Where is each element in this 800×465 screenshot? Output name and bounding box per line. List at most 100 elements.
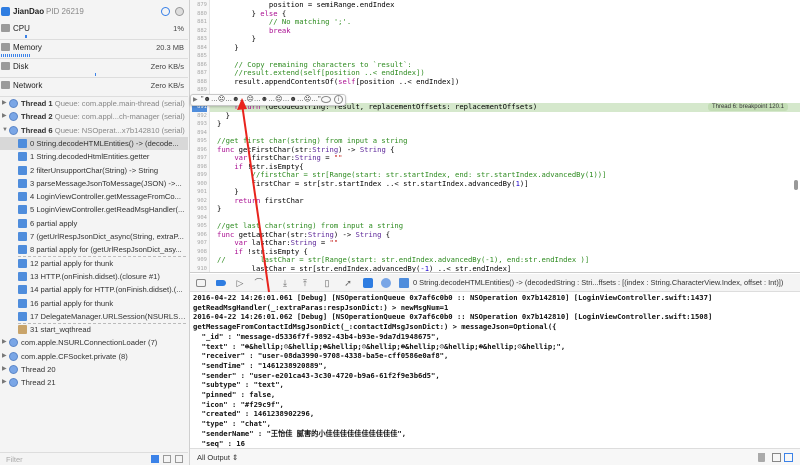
thread-row[interactable]: ▶ Thread 1 Queue: com.apple.main-thread (… bbox=[0, 97, 188, 110]
line-number[interactable]: 896 bbox=[192, 146, 207, 155]
output-filter-select[interactable]: All Output ⇕ bbox=[197, 453, 238, 462]
line-number[interactable]: 910 bbox=[192, 265, 207, 273]
line-number[interactable]: 908 bbox=[192, 248, 207, 257]
stack-frame-row[interactable]: 13 HTTP.(onFinish.didset).(closure #1) bbox=[0, 270, 188, 283]
breakpoints-toggle-icon[interactable] bbox=[216, 280, 226, 286]
source-editor[interactable]: 879 position = semiRange.endIndex 880 } e… bbox=[190, 0, 800, 273]
gauge-memory[interactable]: Memory 20.3 MB bbox=[0, 40, 188, 59]
line-number[interactable]: 881 bbox=[192, 18, 207, 27]
stack-frame-row[interactable]: 3 parseMessageJsonToMessage(JSON) ->... bbox=[0, 177, 188, 190]
code-token: String bbox=[355, 229, 382, 239]
line-number[interactable]: 902 bbox=[192, 197, 207, 206]
code-text: } bbox=[217, 43, 238, 53]
variable-quicklook-popover[interactable]: ▶ "☻…☹…☻…☹…☻…☹…☻…☹…" i bbox=[190, 94, 346, 106]
stack-frame-row[interactable]: 17 DelegateManager.URLSession(NSURLSe... bbox=[0, 310, 188, 323]
console-output[interactable]: 2016-04-22 14:26:01.061 [Debug] [NSOpera… bbox=[190, 292, 800, 448]
line-number[interactable]: 888 bbox=[192, 78, 207, 87]
stack-frame-label: 0 String.decodeHTMLEntities() -> (decode… bbox=[30, 138, 179, 148]
line-number[interactable]: 909 bbox=[192, 256, 207, 265]
quicklook-eye-icon[interactable] bbox=[321, 96, 331, 103]
step-out-icon[interactable]: ⤒ bbox=[300, 278, 310, 288]
line-number[interactable]: 884 bbox=[192, 44, 207, 53]
step-over-icon[interactable]: ⌒ bbox=[254, 278, 264, 288]
line-number[interactable]: 893 bbox=[192, 120, 207, 129]
pause-icon[interactable] bbox=[175, 7, 184, 16]
debug-gauge-icon[interactable] bbox=[161, 7, 170, 16]
line-number[interactable]: 901 bbox=[192, 188, 207, 197]
show-only-crashed-icon[interactable] bbox=[151, 455, 159, 463]
stack-frame-row[interactable]: 2 filterUnsupportChar(String) -> String bbox=[0, 164, 188, 177]
filter-input[interactable]: Filter bbox=[6, 455, 23, 464]
thread-icon[interactable] bbox=[381, 278, 391, 288]
gauge-bar bbox=[1, 54, 30, 57]
app-icon bbox=[1, 7, 10, 16]
variables-view-toggle-icon[interactable] bbox=[772, 453, 781, 462]
stack-frame-row[interactable]: 31 start_wqthread bbox=[0, 323, 188, 336]
editor-scrollbar[interactable] bbox=[794, 180, 798, 190]
thread-label: Thread 21 bbox=[21, 378, 56, 388]
line-number[interactable]: 899 bbox=[192, 171, 207, 180]
line-number[interactable]: 900 bbox=[192, 180, 207, 189]
thread-row[interactable]: ▼ Thread 6 Queue: NSOperat...x7b142810 (s… bbox=[0, 124, 188, 137]
stack-frame-row[interactable]: 5 LoginViewController.getReadMsgHandler(… bbox=[0, 203, 188, 216]
gauge-disk[interactable]: Disk Zero KB/s bbox=[0, 59, 188, 78]
line-number[interactable]: 895 bbox=[192, 137, 207, 146]
line-number[interactable]: 879 bbox=[192, 1, 207, 10]
process-icon[interactable] bbox=[363, 278, 373, 288]
stack-frame-row[interactable]: 6 partial apply bbox=[0, 217, 188, 230]
thread-row[interactable]: ▶ Thread 2 Queue: com.appl...ch-manager (… bbox=[0, 110, 188, 123]
disclosure-closed-icon[interactable]: ▶ bbox=[2, 97, 7, 110]
step-into-icon[interactable]: ⤓ bbox=[280, 278, 290, 288]
stack-frame-row[interactable]: 16 partial apply for thunk bbox=[0, 297, 188, 310]
show-all-icon[interactable] bbox=[175, 455, 183, 463]
line-number[interactable]: 885 bbox=[192, 52, 207, 61]
line-number[interactable]: 903 bbox=[192, 205, 207, 214]
line-number[interactable]: 906 bbox=[192, 231, 207, 240]
line-number[interactable]: 897 bbox=[192, 154, 207, 163]
process-header[interactable]: JianDao PID 26219 bbox=[0, 4, 188, 20]
stack-frame-row[interactable]: 8 partial apply for (getUrlRespJsonDict_… bbox=[0, 243, 188, 256]
line-number[interactable]: 898 bbox=[192, 163, 207, 172]
line-number[interactable]: 904 bbox=[192, 214, 207, 223]
stack-frame-row[interactable]: 0 String.decodeHTMLEntities() -> (decode… bbox=[0, 136, 188, 150]
thread-label: Thread 2 Queue: com.appl...ch-manager (s… bbox=[21, 110, 185, 123]
line-number[interactable]: 886 bbox=[192, 61, 207, 70]
thread-row[interactable]: ▶ Thread 20 bbox=[0, 363, 188, 376]
stack-frame-row[interactable]: 14 partial apply for HTTP.(onFinish.dids… bbox=[0, 283, 188, 296]
line-number[interactable]: 894 bbox=[192, 129, 207, 138]
thread-row[interactable]: ▶ com.apple.NSURLConnectionLoader (7) bbox=[0, 336, 188, 349]
hide-debug-area-icon[interactable] bbox=[196, 279, 206, 287]
disclosure-closed-icon[interactable]: ▶ bbox=[2, 336, 7, 349]
trash-icon[interactable] bbox=[758, 453, 765, 462]
stack-frame-row[interactable]: 12 partial apply for thunk bbox=[0, 257, 188, 270]
gauge-network[interactable]: Network Zero KB/s bbox=[0, 78, 188, 97]
view-hierarchy-icon[interactable]: ▯ bbox=[322, 278, 332, 288]
console-line: "receiver" : "user-08da3990-9708-4338-ba… bbox=[193, 351, 449, 361]
line-number[interactable]: 892 bbox=[192, 112, 207, 121]
frame-icon[interactable] bbox=[399, 278, 409, 288]
disclosure-closed-icon[interactable]: ▶ bbox=[2, 350, 7, 363]
expand-triangle-icon[interactable]: ▶ bbox=[193, 95, 198, 105]
line-number[interactable]: 887 bbox=[192, 69, 207, 78]
thread-row[interactable]: ▶ com.apple.CFSocket.private (8) bbox=[0, 350, 188, 363]
info-icon[interactable]: i bbox=[334, 95, 343, 104]
simulate-location-icon[interactable]: ➚ bbox=[343, 278, 353, 288]
disclosure-closed-icon[interactable]: ▶ bbox=[2, 110, 7, 123]
line-number[interactable]: 882 bbox=[192, 27, 207, 36]
line-number[interactable]: 880 bbox=[192, 10, 207, 19]
frame-breadcrumb[interactable]: 0 String.decodeHTMLEntities() -> (decode… bbox=[413, 278, 783, 287]
line-number[interactable]: 883 bbox=[192, 35, 207, 44]
line-number[interactable]: 907 bbox=[192, 239, 207, 248]
console-view-toggle-icon[interactable] bbox=[784, 453, 793, 462]
thread-row[interactable]: ▶ Thread 21 bbox=[0, 376, 188, 389]
continue-icon[interactable]: ▷ bbox=[235, 278, 245, 288]
disclosure-closed-icon[interactable]: ▶ bbox=[2, 363, 7, 376]
gauge-cpu[interactable]: CPU 1% bbox=[0, 21, 188, 40]
stack-frame-row[interactable]: 7 (getUrlRespJsonDict_async(String, extr… bbox=[0, 230, 188, 243]
stack-frame-row[interactable]: 4 LoginViewController.getMessageFromCo..… bbox=[0, 190, 188, 203]
disclosure-closed-icon[interactable]: ▶ bbox=[2, 376, 7, 389]
show-running-icon[interactable] bbox=[163, 455, 171, 463]
stack-frame-row[interactable]: 1 String.decodedHtmlEntities.getter bbox=[0, 150, 188, 163]
disclosure-open-icon[interactable]: ▼ bbox=[2, 124, 8, 137]
line-number[interactable]: 905 bbox=[192, 222, 207, 231]
